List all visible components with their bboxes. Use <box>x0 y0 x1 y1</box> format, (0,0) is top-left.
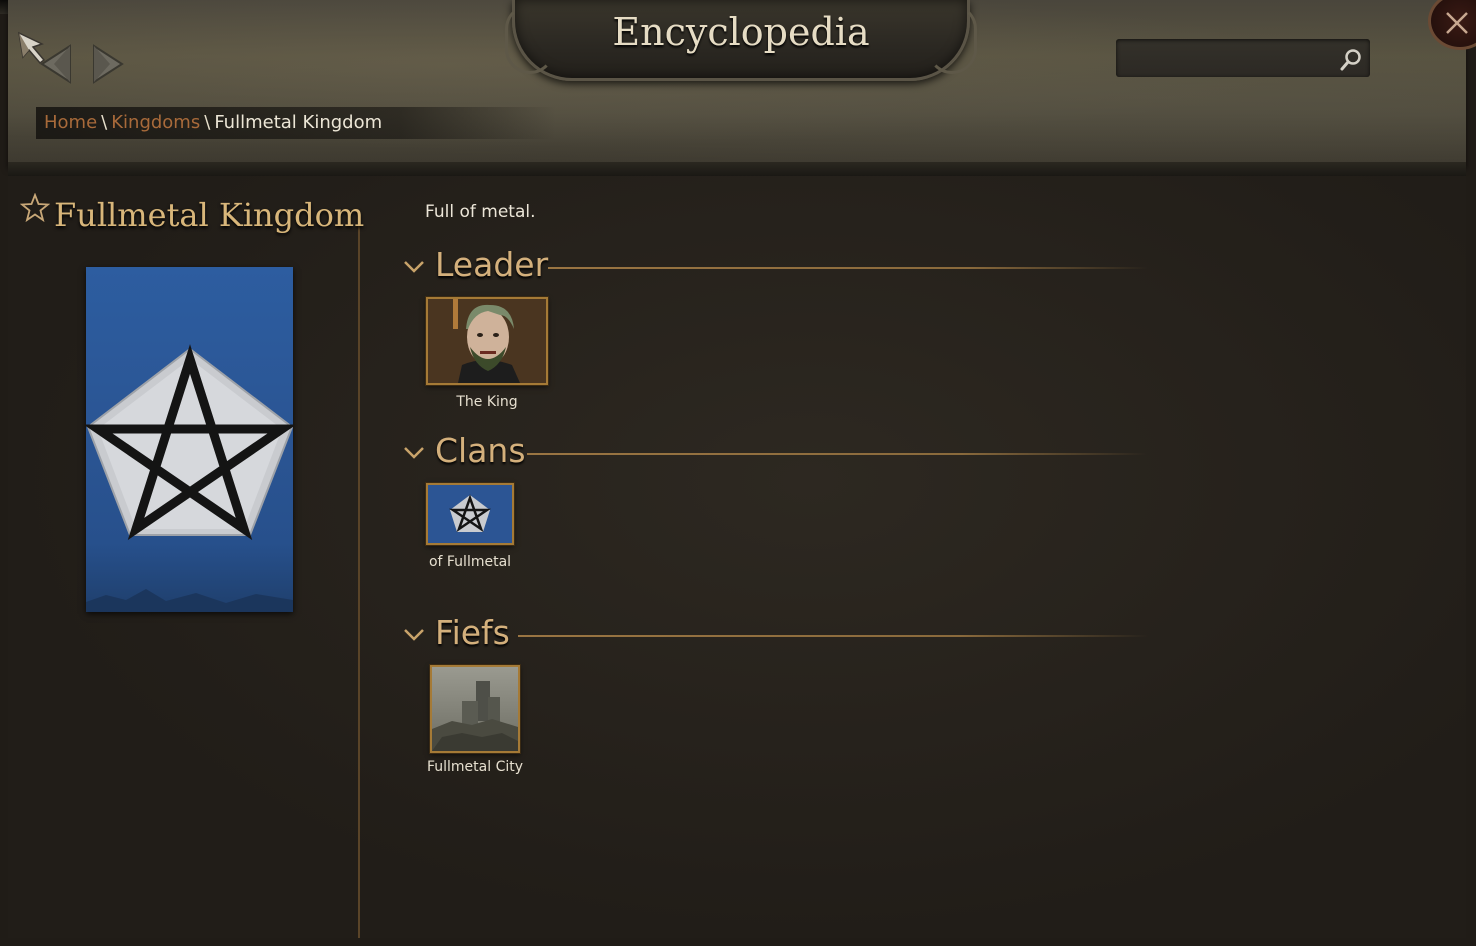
chevron-down-icon[interactable] <box>402 625 426 643</box>
back-button[interactable] <box>36 42 76 86</box>
chevron-down-icon[interactable] <box>402 257 426 275</box>
clan-name[interactable]: of Fullmetal <box>414 554 526 571</box>
header-divider <box>8 162 1466 176</box>
castle-icon <box>432 667 518 751</box>
window-title: Encyclopedia <box>612 10 870 54</box>
fief-image-card[interactable] <box>430 665 520 753</box>
arrow-right-icon <box>93 44 124 84</box>
chevron-down-icon[interactable] <box>402 443 426 461</box>
search-icon[interactable] <box>1338 47 1364 73</box>
leader-name[interactable]: The King <box>426 394 548 411</box>
leader-portrait-card[interactable] <box>426 297 548 385</box>
clan-banner-icon <box>428 485 512 543</box>
forward-button[interactable] <box>88 42 128 86</box>
fief-name[interactable]: Fullmetal City <box>420 759 530 776</box>
search-input[interactable] <box>1124 45 1338 73</box>
leader-section-title: Leader <box>435 245 549 284</box>
portrait-icon <box>428 299 546 383</box>
clans-section-line <box>527 453 1147 455</box>
breadcrumb-home[interactable]: Home <box>44 112 97 133</box>
star-icon[interactable] <box>20 193 50 223</box>
kingdom-banner <box>83 267 297 612</box>
breadcrumb-separator: \ <box>101 112 108 133</box>
encyclopedia-window: Encyclopedia Home \ Kingdoms \ Fullmetal Kin… <box>0 0 1476 946</box>
leader-section-line <box>548 267 1148 269</box>
fiefs-section-header[interactable]: Fiefs <box>402 613 1162 653</box>
search-box[interactable] <box>1116 39 1370 77</box>
clan-banner-card[interactable] <box>426 483 514 545</box>
breadcrumb-kingdoms[interactable]: Kingdoms <box>111 112 200 133</box>
clans-section-header[interactable]: Clans <box>402 431 1162 471</box>
column-divider <box>358 220 360 938</box>
clans-section-title: Clans <box>435 431 526 470</box>
leader-section-header[interactable]: Leader <box>402 245 1162 285</box>
fiefs-section-title: Fiefs <box>435 613 510 652</box>
breadcrumb-current: Fullmetal Kingdom <box>214 112 383 133</box>
pentagram-icon <box>83 344 297 612</box>
kingdom-description: Full of metal. <box>425 202 536 222</box>
close-icon <box>1446 12 1468 34</box>
breadcrumb: Home \ Kingdoms \ Fullmetal Kingdom <box>36 107 556 139</box>
breadcrumb-separator: \ <box>204 112 211 133</box>
fiefs-section-line <box>518 635 1148 637</box>
kingdom-name: Fullmetal Kingdom <box>54 196 365 234</box>
arrow-left-icon <box>40 44 71 84</box>
title-plaque: Encyclopedia <box>505 0 977 81</box>
